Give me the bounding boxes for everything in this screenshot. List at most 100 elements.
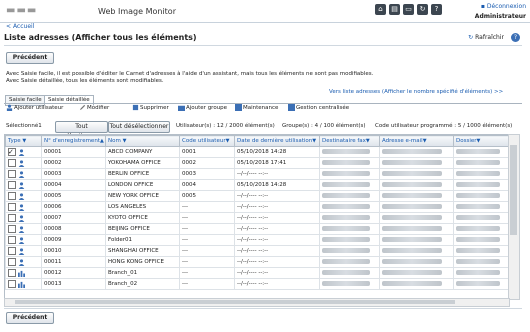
column-registration[interactable]: N° d'enregistrement▲ — [41, 135, 106, 147]
help-icon[interactable]: ? — [431, 4, 442, 15]
cell-name: BERLIN OFFICE — [105, 168, 180, 180]
table-row[interactable]: 00009 Folder01 --- --/--/---- --:-- — [5, 234, 509, 246]
column-folder-label: Dossier — [456, 138, 477, 144]
central-management-icon — [288, 104, 295, 111]
add-user-button[interactable]: Ajouter utilisateur — [6, 104, 63, 111]
cell-user-code: --- — [179, 212, 235, 224]
cell-registration: 00001 — [41, 146, 106, 158]
select-all-button[interactable]: Tout sélectionner — [55, 121, 108, 140]
cell-type — [5, 190, 42, 202]
cell-registration: 00008 — [41, 223, 106, 235]
table-row[interactable]: 00007 KYOTO OFFICE --- --/--/---- --:-- — [5, 212, 509, 224]
column-last-used-label: Date de dernière utilisation — [237, 138, 313, 144]
table-row[interactable]: 00006 LOS ANGELES --- --/--/---- --:-- — [5, 201, 509, 213]
cell-registration: 00005 — [41, 190, 106, 202]
column-name-label: Nom — [108, 138, 121, 144]
address-table: Type ▼ N° d'enregistrement▲ Nom ▼ Code u… — [4, 134, 510, 300]
printer-icon[interactable]: ▤ — [389, 4, 400, 15]
table-row[interactable]: 00008 BEIJING OFFICE --- --/--/---- --:-- — [5, 223, 509, 235]
row-checkbox[interactable] — [8, 181, 16, 189]
cell-email — [379, 190, 454, 202]
document-icon[interactable]: ▭ — [403, 4, 414, 15]
user-icon — [18, 170, 25, 178]
redacted-folder — [456, 215, 500, 220]
logout-link[interactable]: ▪ Déconnexion — [481, 3, 526, 10]
row-checkbox[interactable] — [8, 203, 16, 211]
deselect-all-button[interactable]: Tout désélectionner — [108, 121, 170, 133]
redacted-fax — [322, 248, 370, 253]
cell-fax — [319, 201, 380, 213]
column-last-used[interactable]: Date de dernière utilisation▼ — [234, 135, 320, 147]
vertical-scrollbar[interactable] — [508, 134, 520, 300]
table-row[interactable]: 00002 YOKOHAMA OFFICE 0002 05/10/2018 17:41 — [5, 157, 509, 169]
table-row[interactable]: 00013 Branch_02 --- --/--/---- --:-- — [5, 278, 509, 290]
user-icon — [18, 159, 25, 167]
refresh-icon[interactable]: ↻ — [417, 4, 428, 15]
cell-type — [5, 278, 42, 290]
redacted-email — [382, 226, 442, 231]
sort-icon: ▼ — [476, 138, 481, 144]
row-checkbox[interactable] — [8, 214, 16, 222]
table-header-row: Type ▼ N° d'enregistrement▲ Nom ▼ Code u… — [5, 135, 509, 147]
address-list-link[interactable]: Vers liste adresses (Afficher le nombre … — [329, 89, 503, 95]
previous-button-top[interactable]: Précédent — [6, 52, 54, 64]
row-checkbox[interactable] — [8, 269, 16, 277]
column-name[interactable]: Nom ▼ — [105, 135, 180, 147]
cell-email — [379, 212, 454, 224]
horizontal-scrollbar[interactable] — [4, 298, 510, 307]
table-row[interactable]: 00010 SHANGHAI OFFICE --- --/--/---- --:-- — [5, 245, 509, 257]
add-group-button[interactable]: Ajouter groupe — [178, 104, 227, 111]
home-icon[interactable]: ⌂ — [375, 4, 386, 15]
table-row[interactable]: 00003 BERLIN OFFICE 0003 --/--/---- --:-- — [5, 168, 509, 180]
column-registration-label: N° d'enregistrement — [44, 138, 100, 144]
redacted-fax — [322, 160, 370, 165]
row-checkbox[interactable] — [8, 225, 16, 233]
table-row[interactable]: 00012 Branch_01 --- --/--/---- --:-- — [5, 267, 509, 279]
central-management-button[interactable]: Gestion centralisée — [288, 104, 349, 111]
back-link[interactable]: < Accueil — [6, 23, 34, 30]
table-row[interactable]: 00005 NEW YORK OFFICE 0005 --/--/---- --:-- — [5, 190, 509, 202]
horizontal-scroll-thumb[interactable] — [15, 300, 455, 304]
modify-button[interactable]: Modifier — [79, 104, 109, 111]
table-row[interactable]: 00011 HONG KONG OFFICE --- --/--/---- --:-- — [5, 256, 509, 268]
cell-type — [5, 168, 42, 180]
vertical-scroll-thumb[interactable] — [510, 145, 517, 235]
cell-folder — [453, 201, 509, 213]
column-user-code[interactable]: Code utilisateur▼ — [179, 135, 235, 147]
brand-logo: ▬▬▬ — [6, 5, 38, 16]
delete-button[interactable]: Supprimer — [132, 104, 169, 111]
cell-fax — [319, 278, 380, 290]
cell-user-code: 0002 — [179, 157, 235, 169]
table-row[interactable]: 00004 LONDON OFFICE 0004 05/10/2018 14:28 — [5, 179, 509, 191]
redacted-email — [382, 193, 442, 198]
maintenance-button[interactable]: Maintenance — [235, 104, 278, 111]
row-checkbox[interactable] — [8, 192, 16, 200]
cell-email — [379, 223, 454, 235]
row-checkbox[interactable] — [8, 170, 16, 178]
column-type[interactable]: Type ▼ — [5, 135, 42, 147]
cell-name: LONDON OFFICE — [105, 179, 180, 191]
cell-folder — [453, 223, 509, 235]
help-icon[interactable]: ? — [511, 33, 520, 42]
info-line-1: Avec Saisie facile, il est possible d'éd… — [6, 71, 374, 77]
sort-icon: ▼ — [225, 138, 230, 144]
user-icon — [18, 258, 25, 266]
user-label: Administrateur — [474, 13, 526, 20]
cell-user-code: 0005 — [179, 190, 235, 202]
logout-label: Déconnexion — [486, 3, 526, 10]
column-fax[interactable]: Destinataire fax▼ — [319, 135, 380, 147]
column-folder[interactable]: Dossier▼ — [453, 135, 509, 147]
column-email[interactable]: Adresse e-mail▼ — [379, 135, 454, 147]
cell-registration: 00007 — [41, 212, 106, 224]
table-row[interactable]: ✓ 00001 ABCD COMPANY 0001 05/10/2018 14:28 — [5, 146, 509, 158]
maintenance-label: Maintenance — [243, 104, 279, 111]
redacted-folder — [456, 281, 500, 286]
row-checkbox[interactable] — [8, 258, 16, 266]
row-checkbox[interactable] — [8, 247, 16, 255]
previous-button-bottom[interactable]: Précédent — [6, 312, 54, 324]
row-checkbox[interactable] — [8, 159, 16, 167]
row-checkbox[interactable]: ✓ — [8, 148, 16, 156]
refresh-link[interactable]: ↻ Rafraîchir — [468, 34, 504, 41]
row-checkbox[interactable] — [8, 236, 16, 244]
row-checkbox[interactable] — [8, 280, 16, 288]
